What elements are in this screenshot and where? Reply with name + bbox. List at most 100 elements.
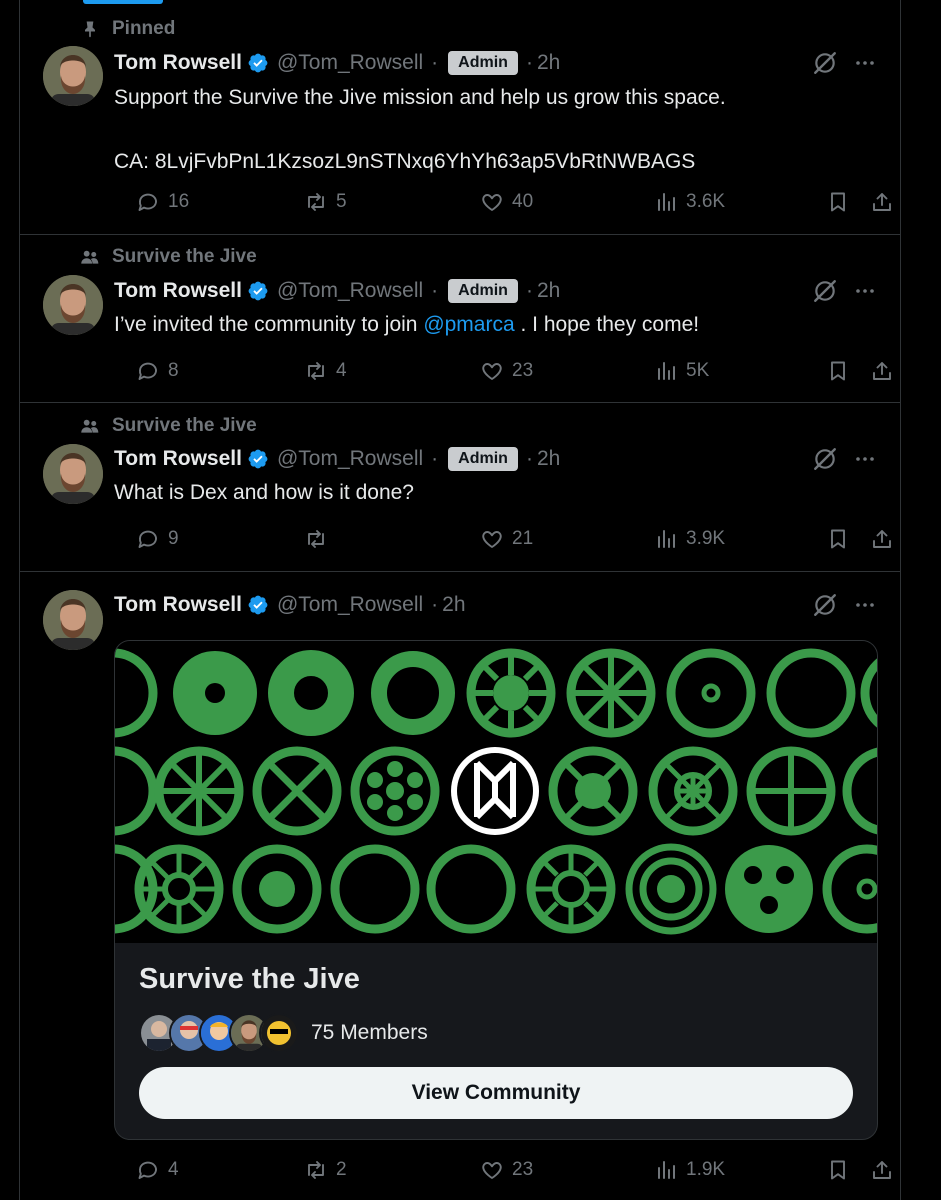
views-count: 1.9K bbox=[686, 1159, 726, 1180]
view-community-button[interactable]: View Community bbox=[139, 1067, 853, 1119]
separator: · bbox=[431, 279, 439, 302]
share-button[interactable] bbox=[870, 356, 894, 386]
tweet-text-line: Support the Survive the Jive mission and… bbox=[114, 86, 726, 109]
separator: · bbox=[525, 447, 533, 470]
more-icon[interactable] bbox=[853, 593, 877, 617]
views-count: 5K bbox=[686, 360, 710, 381]
more-icon[interactable] bbox=[853, 447, 877, 471]
views-button[interactable]: 5K bbox=[654, 356, 709, 386]
like-count: 23 bbox=[512, 360, 534, 381]
heart-icon bbox=[480, 527, 504, 551]
pin-icon bbox=[85, 21, 95, 38]
reply-icon bbox=[136, 1158, 160, 1182]
like-button[interactable]: 21 bbox=[480, 524, 533, 554]
bookmark-button[interactable] bbox=[826, 1155, 850, 1185]
tweet-community-card[interactable]: Tom Rowsell @Tom_Rowsell · 2h Survive th… bbox=[20, 572, 900, 1200]
tweet-actions: 9 21 3.9K bbox=[114, 524, 884, 554]
views-count: 3.9K bbox=[686, 528, 726, 549]
people-icon bbox=[81, 250, 99, 264]
repost-button[interactable]: 5 bbox=[304, 187, 347, 217]
avatar[interactable] bbox=[43, 444, 103, 504]
views-icon bbox=[654, 1158, 678, 1182]
author-name[interactable]: Tom Rowsell bbox=[114, 51, 242, 75]
tweet-time[interactable]: 2h bbox=[537, 51, 560, 75]
tweet-time[interactable]: 2h bbox=[442, 593, 465, 617]
bookmark-button[interactable] bbox=[826, 524, 850, 554]
like-button[interactable]: 23 bbox=[480, 1155, 533, 1185]
reply-count: 8 bbox=[168, 360, 179, 381]
repost-icon bbox=[304, 1158, 328, 1182]
reply-button[interactable]: 4 bbox=[136, 1155, 179, 1185]
share-icon bbox=[870, 527, 894, 551]
tweet-header: Tom Rowsell @Tom_Rowsell · Admin · 2h bbox=[114, 48, 560, 78]
views-icon bbox=[654, 190, 678, 214]
grok-icon[interactable] bbox=[812, 50, 838, 76]
verified-badge-icon[interactable] bbox=[247, 52, 269, 74]
views-icon bbox=[654, 527, 678, 551]
like-button[interactable]: 40 bbox=[480, 187, 533, 217]
community-card[interactable]: Survive the Jive 75 Members View Communi… bbox=[114, 640, 878, 1140]
author-name[interactable]: Tom Rowsell bbox=[114, 447, 242, 471]
tweet-actions: 8 4 23 5K bbox=[114, 356, 884, 386]
reply-button[interactable]: 8 bbox=[136, 356, 179, 386]
verified-badge-icon[interactable] bbox=[247, 594, 269, 616]
mention-link[interactable]: @pmarca bbox=[423, 313, 514, 336]
bookmark-button[interactable] bbox=[826, 356, 850, 386]
tweet-pinned[interactable]: Pinned Tom Rowsell @Tom_Rowsell · Admin … bbox=[20, 0, 900, 234]
repost-button[interactable]: 4 bbox=[304, 356, 347, 386]
repost-count: 4 bbox=[336, 360, 347, 381]
repost-button[interactable]: 2 bbox=[304, 1155, 347, 1185]
reply-button[interactable]: 16 bbox=[136, 187, 189, 217]
admin-badge: Admin bbox=[448, 279, 518, 303]
avatar[interactable] bbox=[43, 275, 103, 335]
reply-count: 4 bbox=[168, 1159, 179, 1180]
tweet-context: Survive the Jive bbox=[80, 246, 257, 268]
reply-count: 9 bbox=[168, 528, 179, 549]
share-button[interactable] bbox=[870, 524, 894, 554]
author-name[interactable]: Tom Rowsell bbox=[114, 279, 242, 303]
repost-icon bbox=[304, 527, 328, 551]
author-handle[interactable]: @Tom_Rowsell bbox=[277, 447, 423, 471]
member-preview[interactable]: 75 Members bbox=[139, 1013, 428, 1053]
bookmark-button[interactable] bbox=[826, 187, 850, 217]
share-button[interactable] bbox=[870, 187, 894, 217]
more-icon[interactable] bbox=[853, 279, 877, 303]
share-icon bbox=[870, 1158, 894, 1182]
grok-icon[interactable] bbox=[812, 278, 838, 304]
heart-icon bbox=[480, 190, 504, 214]
like-button[interactable]: 23 bbox=[480, 356, 533, 386]
verified-badge-icon[interactable] bbox=[247, 448, 269, 470]
tweet-time[interactable]: 2h bbox=[537, 279, 560, 303]
tweet-community[interactable]: Survive the Jive Tom Rowsell @Tom_Rowsel… bbox=[20, 403, 900, 571]
heart-icon bbox=[480, 1158, 504, 1182]
verified-badge-icon[interactable] bbox=[247, 280, 269, 302]
community-name[interactable]: Survive the Jive bbox=[139, 963, 360, 996]
tweet-time[interactable]: 2h bbox=[537, 447, 560, 471]
author-handle[interactable]: @Tom_Rowsell bbox=[277, 593, 423, 617]
tweet-actions: 16 5 40 3.6K bbox=[114, 187, 884, 217]
tweet-community[interactable]: Survive the Jive Tom Rowsell @Tom_Rowsel… bbox=[20, 235, 900, 402]
admin-badge: Admin bbox=[448, 447, 518, 471]
grok-icon[interactable] bbox=[812, 592, 838, 618]
avatar[interactable] bbox=[43, 46, 103, 106]
separator: · bbox=[431, 593, 439, 616]
reply-button[interactable]: 9 bbox=[136, 524, 179, 554]
views-button[interactable]: 3.6K bbox=[654, 187, 725, 217]
like-count: 23 bbox=[512, 1159, 534, 1180]
community-banner bbox=[115, 641, 877, 943]
tweet-text: What is Dex and how is it done? bbox=[114, 481, 414, 504]
share-button[interactable] bbox=[870, 1155, 894, 1185]
timeline-right-border bbox=[900, 0, 901, 1200]
separator: · bbox=[431, 51, 439, 74]
views-button[interactable]: 1.9K bbox=[654, 1155, 725, 1185]
author-handle[interactable]: @Tom_Rowsell bbox=[277, 279, 423, 303]
author-handle[interactable]: @Tom_Rowsell bbox=[277, 51, 423, 75]
more-icon[interactable] bbox=[853, 51, 877, 75]
author-name[interactable]: Tom Rowsell bbox=[114, 593, 242, 617]
context-label: Pinned bbox=[112, 18, 176, 39]
views-count: 3.6K bbox=[686, 191, 726, 212]
repost-button[interactable] bbox=[304, 524, 336, 554]
avatar[interactable] bbox=[43, 590, 103, 650]
grok-icon[interactable] bbox=[812, 446, 838, 472]
views-button[interactable]: 3.9K bbox=[654, 524, 725, 554]
